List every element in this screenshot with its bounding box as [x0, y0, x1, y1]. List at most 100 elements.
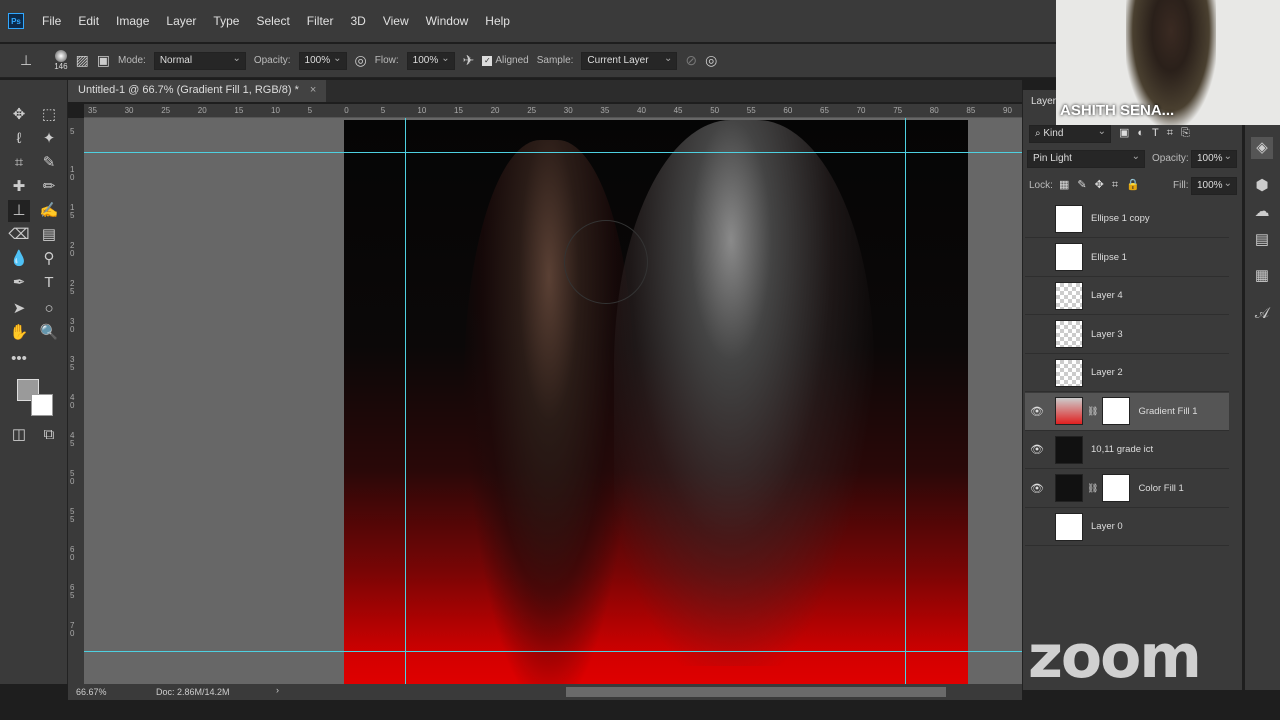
zoom-tool-icon[interactable]: 🔍 [38, 322, 60, 344]
menu-select[interactable]: Select [256, 14, 289, 28]
canvas-workspace[interactable] [84, 118, 1022, 684]
brush-settings-icon[interactable]: ▨ [76, 52, 89, 69]
guide-horizontal[interactable] [84, 651, 1022, 652]
guide-vertical[interactable] [405, 118, 406, 684]
horizontal-scrollbar[interactable] [566, 687, 946, 697]
move-tool-icon[interactable]: ✥ [8, 104, 30, 126]
fill-input[interactable]: 100% [1191, 177, 1237, 195]
layer-row[interactable]: Ellipse 1 [1025, 239, 1229, 277]
layers-panel-icon[interactable]: ◈ [1251, 137, 1273, 159]
pressure-opacity-icon[interactable]: ◎ [355, 52, 367, 69]
opacity-input[interactable]: 100% [298, 51, 347, 70]
lock-icons[interactable]: ▦✎✥⌗🔒 [1059, 178, 1148, 192]
layer-opacity-input[interactable]: 100% [1191, 150, 1237, 168]
eye-icon[interactable]: 👁 [1025, 443, 1049, 456]
menu-help[interactable]: Help [485, 14, 510, 28]
layer-row[interactable]: 👁 ⛓ Color Fill 1 [1025, 470, 1229, 508]
menu-image[interactable]: Image [116, 14, 149, 28]
brush-tool-icon[interactable]: ✏ [38, 176, 60, 198]
brush-preset-picker[interactable]: 146 [54, 50, 68, 71]
link-icon[interactable]: ⛓ [1087, 483, 1098, 494]
blend-mode-select[interactable]: Pin Light [1027, 150, 1145, 168]
menu-file[interactable]: File [42, 14, 61, 28]
eye-icon[interactable]: 👁 [1025, 482, 1049, 495]
3d-panel-icon[interactable]: ⬢ [1251, 175, 1273, 197]
eyedropper-icon[interactable]: ✎ [38, 152, 60, 174]
crop-tool-icon[interactable]: ⌗ [8, 152, 30, 174]
blur-tool-icon[interactable]: 💧 [8, 248, 30, 270]
guide-vertical[interactable] [905, 118, 906, 684]
layer-name: Layer 3 [1091, 328, 1123, 340]
document-tab[interactable]: Untitled-1 @ 66.7% (Gradient Fill 1, RGB… [68, 80, 327, 102]
status-menu-arrow-icon[interactable]: › [276, 685, 279, 695]
ruler-tick-label: 20 [197, 106, 207, 115]
menu-layer[interactable]: Layer [166, 14, 196, 28]
document-canvas[interactable] [344, 120, 968, 684]
ruler-tick-label: 2 0 [70, 241, 75, 258]
layer-row[interactable]: Layer 4 [1025, 277, 1229, 315]
filter-type-icons[interactable]: ▣◐T⌗⎘ [1119, 126, 1198, 140]
screen-mode-icon[interactable]: ⧉ [38, 424, 60, 446]
marquee-tool-icon[interactable]: ⬚ [38, 104, 60, 126]
link-icon[interactable]: ⛓ [1087, 406, 1098, 417]
ruler-tick-label: 15 [234, 106, 244, 115]
layer-mask-thumbnail[interactable] [1102, 474, 1131, 502]
type-tool-icon[interactable]: T [38, 272, 60, 294]
healing-brush-icon[interactable]: ✚ [8, 176, 30, 198]
pressure-size-icon[interactable]: ◎ [705, 52, 717, 69]
mode-select[interactable]: Normal [153, 51, 246, 70]
zoom-level[interactable]: 66.67% [76, 687, 107, 697]
background-color-swatch[interactable] [31, 394, 53, 416]
quick-mask-icon[interactable]: ◫ [8, 424, 30, 446]
character-icon[interactable]: 𝒜 [1251, 303, 1273, 325]
doc-size: Doc: 2.86M/14.2M [156, 687, 230, 697]
dodge-tool-icon[interactable]: ⚲ [38, 248, 60, 270]
flow-input[interactable]: 100% [406, 51, 455, 70]
clone-stamp-icon[interactable]: ⊥ [20, 52, 32, 69]
layer-row[interactable]: 👁 ⛓ Gradient Fill 1 [1025, 392, 1229, 431]
path-selection-icon[interactable]: ➤ [8, 298, 30, 320]
swatches-icon[interactable]: ▦ [1251, 265, 1273, 287]
layer-row[interactable]: Ellipse 1 copy [1025, 200, 1229, 238]
menu-type[interactable]: Type [213, 14, 239, 28]
layer-row[interactable]: Layer 2 [1025, 354, 1229, 392]
status-bar: 66.67% Doc: 2.86M/14.2M › [68, 684, 1022, 700]
menu-window[interactable]: Window [426, 14, 469, 28]
properties-icon[interactable]: ▤ [1251, 229, 1273, 251]
more-tools-icon[interactable]: ••• [8, 348, 30, 370]
layer-name: Ellipse 1 [1091, 251, 1127, 263]
layer-row[interactable]: Layer 3 [1025, 316, 1229, 354]
layer-mask-thumbnail[interactable] [1102, 397, 1131, 425]
ruler-tick-label: 0 [344, 106, 349, 115]
layer-row[interactable]: Layer 0 [1025, 508, 1229, 546]
layer-row[interactable]: 👁 10,11 grade ict [1025, 431, 1229, 469]
libraries-icon[interactable]: ☁ [1251, 201, 1273, 223]
menu-edit[interactable]: Edit [78, 14, 99, 28]
gradient-tool-icon[interactable]: ▤ [38, 224, 60, 246]
menu-filter[interactable]: Filter [307, 14, 334, 28]
ruler-tick-label: 70 [856, 106, 866, 115]
pen-tool-icon[interactable]: ✒ [8, 272, 30, 294]
eye-icon[interactable]: 👁 [1025, 405, 1049, 418]
clone-stamp-tool-icon[interactable]: ⊥ [8, 200, 30, 222]
eraser-icon[interactable]: ⌫ [8, 224, 30, 246]
hand-tool-icon[interactable]: ✋ [8, 322, 30, 344]
filter-kind-select[interactable]: ⌕ Kind [1029, 125, 1111, 143]
ignore-adjustment-icon[interactable]: ⊘ [685, 52, 697, 69]
lasso-tool-icon[interactable]: ℓ [8, 128, 30, 150]
history-brush-icon[interactable]: ✍ [38, 200, 60, 222]
guide-horizontal[interactable] [84, 152, 1022, 153]
aligned-checkbox[interactable]: ✓ Aligned [482, 55, 529, 66]
close-tab-icon[interactable]: × [310, 84, 316, 96]
ruler-tick-label: 1 5 [70, 203, 75, 220]
ruler-tick-label: 10 [417, 106, 427, 115]
clone-source-icon[interactable]: ▣ [97, 52, 110, 69]
ruler-tick-label: 15 [454, 106, 463, 115]
menu-view[interactable]: View [383, 14, 409, 28]
magic-wand-icon[interactable]: ✦ [38, 128, 60, 150]
airbrush-icon[interactable]: ✈ [463, 52, 475, 69]
menu-3d[interactable]: 3D [350, 14, 365, 28]
sample-select[interactable]: Current Layer [581, 51, 678, 70]
ellipse-tool-icon[interactable]: ○ [38, 298, 60, 320]
layer-name: Color Fill 1 [1138, 482, 1184, 494]
